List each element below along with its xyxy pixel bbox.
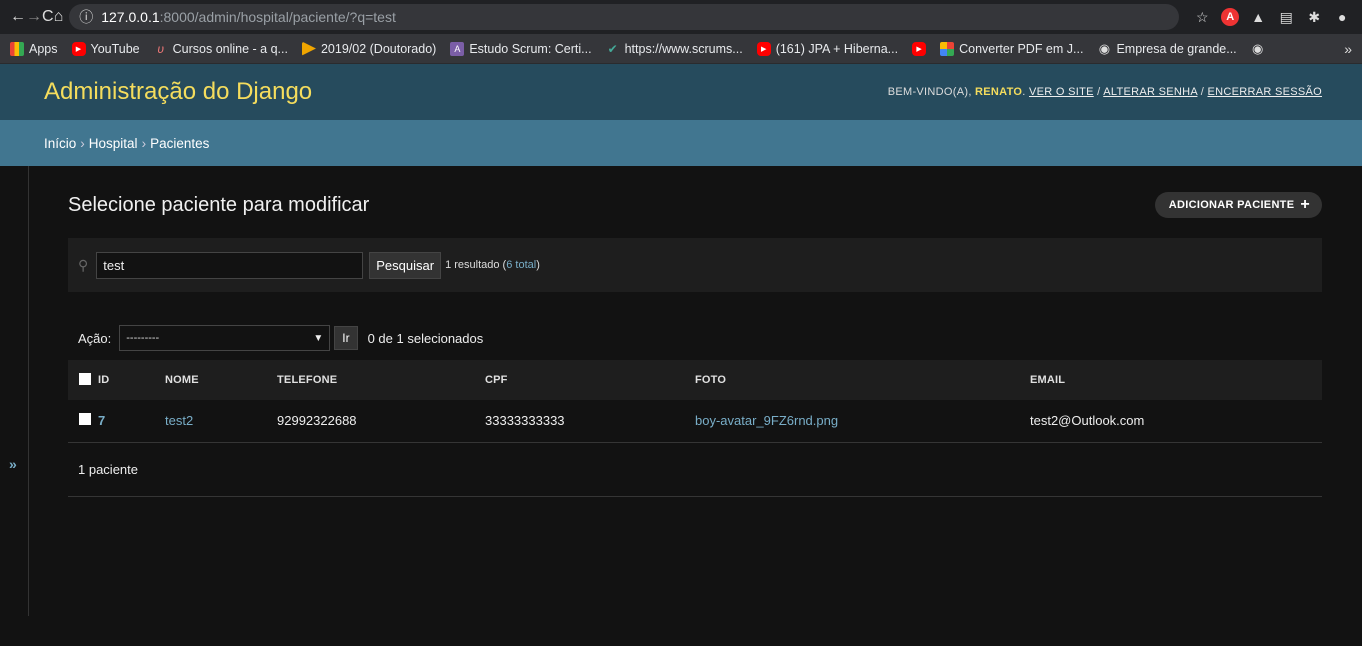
youtube-icon: ▶ — [912, 41, 927, 56]
search-icon: ⚲ — [78, 256, 89, 273]
row-telefone: 92992322688 — [277, 413, 357, 429]
breadcrumb-separator: › — [80, 135, 85, 151]
site-brand[interactable]: Administração do Django — [44, 78, 312, 106]
bookmarks-overflow-icon[interactable]: » — [1344, 41, 1352, 57]
bookmark-converter[interactable]: Converter PDF em J... — [940, 41, 1083, 56]
column-header-telefone[interactable]: TELEFONE — [277, 360, 485, 400]
page-title: Selecione paciente para modificar — [68, 193, 370, 216]
admin-header: Administração do Django BEM-VINDO(A), RE… — [0, 64, 1362, 120]
column-header-cpf[interactable]: CPF — [485, 360, 695, 400]
pdf-extension-icon[interactable]: A — [1221, 8, 1240, 26]
bookmark-cursos[interactable]: ʋ Cursos online - a q... — [154, 42, 288, 56]
back-arrow-icon[interactable]: ← — [10, 8, 26, 26]
selection-counter: 0 de 1 selecionados — [367, 330, 484, 346]
column-header-foto[interactable]: FOTO — [695, 360, 1030, 400]
cursos-icon: ʋ — [157, 41, 164, 56]
search-input[interactable] — [96, 251, 364, 279]
bookmark-star-icon[interactable]: ☆ — [1193, 8, 1211, 26]
change-password-link[interactable]: ALTERAR SENHA — [1103, 86, 1197, 98]
tab-extension-icon[interactable]: ▤ — [1277, 8, 1295, 26]
view-site-link[interactable]: VER O SITE — [1029, 86, 1094, 98]
forward-arrow-icon[interactable]: → — [26, 8, 42, 26]
column-header-nome[interactable]: NOME — [165, 360, 277, 400]
bookmark-apps[interactable]: Apps — [10, 41, 58, 56]
action-label: Ação: — [78, 330, 112, 346]
logout-link[interactable]: ENCERRAR SESSÃO — [1207, 86, 1322, 98]
bookmark-globe[interactable]: ◉ — [1251, 40, 1265, 56]
apps-grid-icon — [10, 41, 24, 56]
bookmark-jpa[interactable]: ▶ (161) JPA + Hiberna... — [756, 41, 898, 56]
converter-icon — [940, 41, 955, 56]
row-id-link[interactable]: 7 — [98, 413, 105, 428]
scrum-icon: A — [450, 41, 465, 56]
results-table: ID NOME TELEFONE CPF FOTO EMAIL 7 test2 … — [68, 360, 1322, 443]
reload-icon[interactable]: C — [42, 8, 54, 26]
go-button[interactable]: Ir — [334, 326, 358, 350]
select-all-checkbox[interactable] — [79, 372, 91, 385]
youtube-icon: ▶ — [71, 41, 86, 56]
result-count: 1 paciente — [68, 443, 1322, 497]
row-checkbox[interactable] — [79, 413, 91, 426]
globe-icon: ◉ — [1251, 40, 1264, 56]
bookmark-doutorado[interactable]: 2019/02 (Doutorado) — [301, 41, 436, 56]
bookmark-youtube[interactable]: ▶ YouTube — [71, 41, 140, 56]
breadcrumb: Início › Hospital › Pacientes — [0, 120, 1362, 166]
search-toolbar: ⚲ Pesquisar 1 resultado (6 total) — [68, 238, 1322, 292]
column-header-email[interactable]: EMAIL — [1030, 360, 1322, 400]
play-doc-icon — [301, 41, 316, 56]
drive-extension-icon[interactable]: ▲ — [1249, 8, 1267, 26]
bookmarks-bar: Apps ▶ YouTube ʋ Cursos online - a q... 20… — [0, 34, 1362, 64]
browser-toolbar: ← → C ⌂ ⓘ 127.0.0.1:8000/admin/hospital/… — [0, 0, 1362, 34]
globe-icon: ◉ — [1098, 40, 1111, 56]
username: RENATO — [975, 86, 1023, 98]
breadcrumb-model: Pacientes — [150, 135, 210, 151]
checkmark-icon: ✔ — [607, 41, 618, 56]
plus-icon: + — [1300, 196, 1310, 213]
bookmark-empresa[interactable]: ◉ Empresa de grande... — [1097, 40, 1237, 56]
user-tools: BEM-VINDO(A), RENATO. VER O SITE / ALTER… — [887, 86, 1322, 98]
breadcrumb-home[interactable]: Início — [44, 136, 76, 151]
bookmark-scrums-site[interactable]: ✔ https://www.scrums... — [606, 42, 743, 56]
breadcrumb-separator: › — [141, 135, 147, 151]
main-area: » Selecione paciente para modificar ADIC… — [0, 166, 1362, 616]
url-host: 127.0.0.1 — [101, 9, 160, 25]
table-header-row: ID NOME TELEFONE CPF FOTO EMAIL — [68, 360, 1322, 400]
breadcrumb-app[interactable]: Hospital — [89, 136, 138, 151]
home-icon[interactable]: ⌂ — [54, 8, 64, 26]
row-cpf: 33333333333 — [485, 413, 565, 429]
total-link[interactable]: 6 total — [506, 259, 536, 271]
nav-sidebar-collapsed: » — [0, 166, 29, 616]
search-button[interactable]: Pesquisar — [369, 251, 442, 279]
puzzle-extension-icon[interactable]: ✱ — [1305, 8, 1323, 26]
sidebar-toggle-icon[interactable]: » — [9, 456, 17, 472]
youtube-icon: ▶ — [756, 41, 771, 56]
changelist-content: Selecione paciente para modificar ADICIO… — [68, 166, 1322, 497]
url-path: :8000/admin/hospital/paciente/?q=test — [159, 9, 396, 25]
row-nome-link[interactable]: test2 — [165, 413, 193, 428]
table-row: 7 test2 92992322688 33333333333 boy-avat… — [68, 400, 1322, 442]
row-email: test2@Outlook.com — [1030, 413, 1145, 429]
chevron-down-icon: ▼ — [313, 332, 324, 344]
column-header-id[interactable]: ID — [98, 360, 165, 400]
action-select[interactable]: --------- ▼ — [119, 325, 331, 351]
actions-bar: Ação: --------- ▼ Ir 0 de 1 selecionados — [68, 318, 1322, 358]
row-foto-link[interactable]: boy-avatar_9FZ6rnd.png — [695, 413, 838, 428]
add-paciente-button[interactable]: ADICIONAR PACIENTE + — [1154, 192, 1322, 218]
result-summary: 1 resultado (6 total) — [445, 259, 540, 271]
bookmark-youtube-2[interactable]: ▶ — [912, 41, 927, 56]
bookmark-scrum[interactable]: A Estudo Scrum: Certi... — [450, 41, 592, 56]
address-bar[interactable]: ⓘ 127.0.0.1:8000/admin/hospital/paciente… — [69, 4, 1180, 30]
site-info-icon[interactable]: ⓘ — [79, 7, 93, 27]
profile-avatar-icon[interactable]: ● — [1333, 8, 1351, 26]
